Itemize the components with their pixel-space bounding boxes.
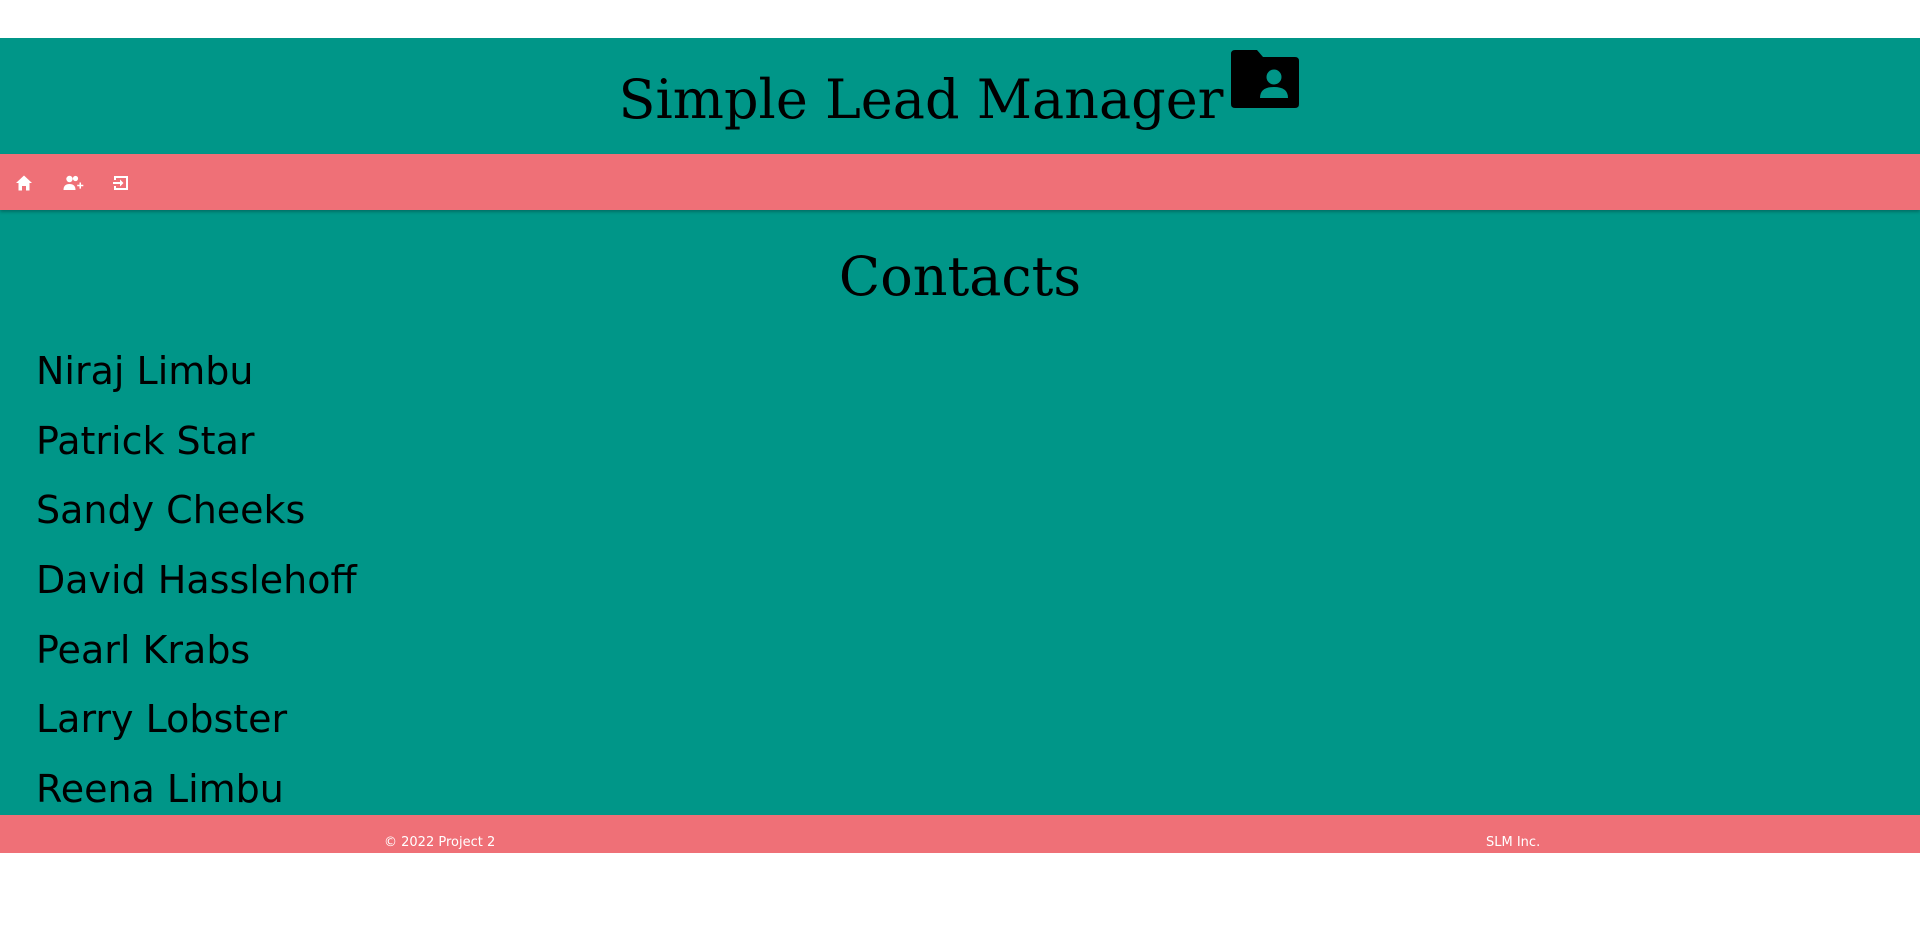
contact-folder-icon	[1229, 48, 1301, 110]
footer-copyright: © 2022 Project 2	[384, 835, 496, 850]
logout-icon[interactable]	[109, 171, 133, 195]
app-header: Simple Lead Manager	[0, 38, 1920, 154]
contact-item[interactable]: Patrick Star	[36, 407, 357, 477]
contact-item[interactable]: David Hasslehoff	[36, 546, 357, 616]
contact-item[interactable]: Pearl Krabs	[36, 616, 357, 686]
footer-company: SLM Inc.	[1486, 835, 1541, 850]
app-title: Simple Lead Manager	[618, 68, 1224, 131]
contact-item[interactable]: Niraj Limbu	[36, 337, 357, 407]
main-content: Contacts Niraj Limbu Patrick Star Sandy …	[0, 210, 1920, 815]
page-title: Contacts	[838, 245, 1082, 308]
home-icon[interactable]	[12, 171, 36, 195]
contact-item[interactable]: Larry Lobster	[36, 685, 357, 755]
add-user-icon[interactable]	[61, 171, 85, 195]
contact-list: Niraj Limbu Patrick Star Sandy Cheeks Da…	[36, 337, 357, 825]
footer: © 2022 Project 2 SLM Inc.	[0, 815, 1920, 853]
contact-item[interactable]: Sandy Cheeks	[36, 476, 357, 546]
nav-bar	[0, 154, 1920, 210]
